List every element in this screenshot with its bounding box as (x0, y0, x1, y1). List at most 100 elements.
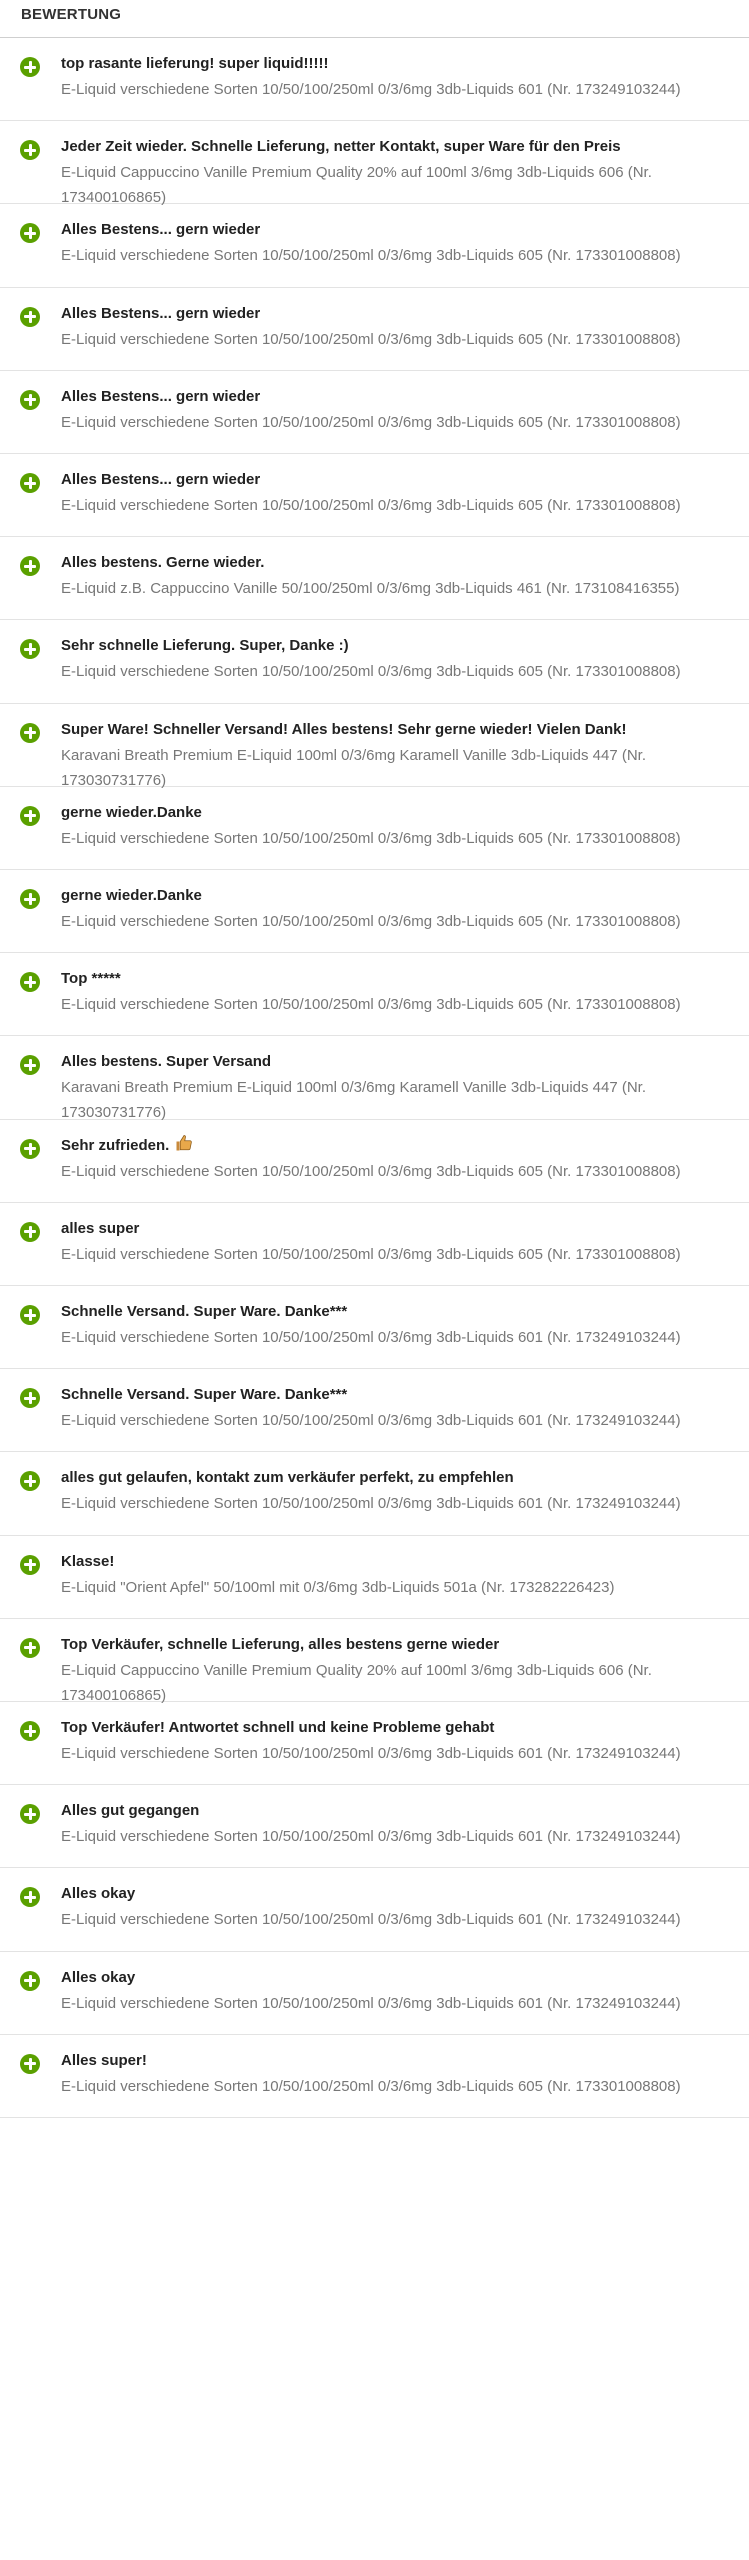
feedback-comment-text: Schnelle Versand. Super Ware. Danke*** (61, 1386, 348, 1404)
feedback-item-title: Karavani Breath Premium E-Liquid 100ml 0… (61, 1079, 647, 1122)
feedback-row: Alles super! E-Liquid verschiedene Sorten… (0, 2035, 749, 2118)
feedback-item-title: E-Liquid verschiedene Sorten 10/50/100/2… (61, 81, 681, 98)
feedback-item-title: E-Liquid verschiedene Sorten 10/50/100/2… (61, 1828, 681, 1846)
feedback-comment-text: Top Verkäufer! Antwortet schnell und kei… (61, 1719, 495, 1736)
positive-rating-icon (20, 2053, 40, 2074)
positive-rating-icon (20, 1637, 40, 1658)
feedback-row: Alles Bestens... gern wieder E-Liquid ver… (0, 371, 749, 454)
feedback-row: Schnelle Versand. Super Ware. Danke*** E-… (0, 1286, 749, 1370)
feedback-comment: Schnelle Versand. Super Ware. Danke*** (61, 1383, 741, 1407)
positive-rating-icon (20, 1138, 40, 1159)
feedback-item-title: E-Liquid verschiedene Sorten 10/50/100/2… (61, 913, 681, 930)
feedback-comment: Super Ware! Schneller Versand! Alles bes… (61, 718, 741, 742)
feedback-row: Top ***** E-Liquid verschiedene Sorten 10… (0, 953, 749, 1037)
feedback-comment: Alles bestens. Gerne wieder. (61, 551, 741, 575)
feedback-comment: Sehr zufrieden. (61, 1134, 741, 1158)
feedback-item-title: E-Liquid verschiedene Sorten 10/50/100/2… (61, 1412, 681, 1430)
feedback-item-title: E-Liquid z.B. Cappuccino Vanille 50/100/… (61, 580, 680, 598)
feedback-item-title: E-Liquid verschiedene Sorten 10/50/100/2… (61, 330, 681, 348)
feedback-header: BEWERTUNG (0, 0, 749, 38)
feedback-comment: Alles Bestens... gern wieder (61, 468, 741, 492)
feedback-comment-text: Alles bestens. Super Versand (61, 1053, 272, 1071)
feedback-comment-text: Top Verkäufer, schnelle Lieferung, alles… (61, 1635, 500, 1653)
feedback-comment-text: Super Ware! Schneller Versand! Alles bes… (61, 720, 627, 738)
feedback-row: Top Verkäufer! Antwortet schnell und kei… (0, 1702, 749, 1786)
feedback-row: Sehr zufrieden. E-Liquid verschiedene Sor… (0, 1120, 749, 1203)
feedback-item-title: E-Liquid verschiedene Sorten 10/50/100/2… (61, 1911, 681, 1929)
feedback-comment: Schnelle Versand. Super Ware. Danke*** (61, 1300, 741, 1324)
feedback-comment-text: alles super (61, 1219, 140, 1237)
feedback-item-title: E-Liquid verschiedene Sorten 10/50/100/2… (61, 1994, 681, 2012)
feedback-row: Alles Bestens... gern wieder E-Liquid ver… (0, 204, 749, 288)
feedback-comment-text: Alles gut gegangen (61, 1802, 200, 1820)
feedback-comment-text: Jeder Zeit wieder. Schnelle Lieferung, n… (61, 138, 621, 156)
feedback-comment-text: top rasante lieferung! super liquid!!!!! (61, 55, 329, 72)
feedback-comment: Top Verkäufer, schnelle Lieferung, alles… (61, 1633, 741, 1657)
feedback-comment: gerne wieder.Danke (61, 801, 741, 825)
feedback-row: Alles Bestens... gern wieder E-Liquid ver… (0, 288, 749, 371)
feedback-row: gerne wieder.Danke E-Liquid verschiedene … (0, 870, 749, 954)
column-title: BEWERTUNG (21, 6, 122, 23)
feedback-comment: alles gut gelaufen, kontakt zum verkäufe… (61, 1466, 741, 1490)
feedback-comment: gerne wieder.Danke (61, 884, 741, 908)
feedback-item-title: E-Liquid verschiedene Sorten 10/50/100/2… (61, 1329, 681, 1346)
feedback-comment: Alles Bestens... gern wieder (61, 302, 741, 326)
feedback-row: Super Ware! Schneller Versand! Alles bes… (0, 704, 749, 789)
feedback-item-title: E-Liquid verschiedene Sorten 10/50/100/2… (61, 497, 681, 514)
feedback-comment-text: Sehr zufrieden. (61, 1136, 170, 1154)
feedback-comment: Klasse! (61, 1550, 741, 1574)
positive-rating-icon (20, 1471, 40, 1492)
positive-rating-icon (20, 1804, 40, 1825)
feedback-row: Alles gut gegangen E-Liquid verschiedene … (0, 1785, 749, 1869)
feedback-row: Jeder Zeit wieder. Schnelle Lieferung, n… (0, 121, 749, 206)
feedback-comment: Top Verkäufer! Antwortet schnell und kei… (61, 1716, 741, 1740)
feedback-comment: Alles Bestens... gern wieder (61, 218, 741, 242)
feedback-comment-text: Top ***** (61, 970, 121, 988)
positive-rating-icon (20, 639, 40, 660)
feedback-row: alles super E-Liquid verschiedene Sorten … (0, 1203, 749, 1286)
feedback-comment-text: gerne wieder.Danke (61, 803, 202, 821)
feedback-comment: Sehr schnelle Lieferung. Super, Danke :) (61, 634, 741, 658)
positive-rating-icon (20, 556, 40, 577)
feedback-comment: Alles Bestens... gern wieder (61, 385, 741, 409)
feedback-row: Top Verkäufer, schnelle Lieferung, alles… (0, 1619, 749, 1704)
feedback-item-title: E-Liquid verschiedene Sorten 10/50/100/2… (61, 829, 681, 847)
positive-rating-icon (20, 1970, 40, 1991)
feedback-item-title: E-Liquid verschiedene Sorten 10/50/100/2… (61, 996, 681, 1014)
feedback-comment-text: Schnelle Versand. Super Ware. Danke*** (61, 1303, 348, 1320)
positive-rating-icon (20, 972, 40, 993)
feedback-row: alles gut gelaufen, kontakt zum verkäufe… (0, 1452, 749, 1536)
positive-rating-icon (20, 1055, 40, 1076)
feedback-comment-text: Alles bestens. Gerne wieder. (61, 554, 265, 572)
feedback-row: Klasse! E-Liquid "Orient Apfel" 50/100ml … (0, 1536, 749, 1619)
feedback-item-title: E-Liquid verschiedene Sorten 10/50/100/2… (61, 1745, 681, 1762)
positive-rating-icon (20, 306, 40, 327)
feedback-row: gerne wieder.Danke E-Liquid verschiedene … (0, 787, 749, 870)
positive-rating-icon (20, 140, 40, 161)
feedback-comment: alles super (61, 1217, 741, 1241)
feedback-item-title: E-Liquid verschiedene Sorten 10/50/100/2… (61, 663, 681, 681)
feedback-row: Sehr schnelle Lieferung. Super, Danke :)… (0, 620, 749, 704)
positive-rating-icon (20, 722, 40, 743)
positive-rating-icon (20, 805, 40, 826)
feedback-row: top rasante lieferung! super liquid!!!!!… (0, 38, 749, 122)
feedback-item-title: Karavani Breath Premium E-Liquid 100ml 0… (61, 746, 647, 789)
positive-rating-icon (20, 1388, 40, 1409)
feedback-item-title: E-Liquid Cappuccino Vanille Premium Qual… (61, 1661, 652, 1704)
feedback-comment: Top ***** (61, 967, 741, 991)
feedback-comment-text: Alles Bestens... gern wieder (61, 471, 261, 488)
feedback-comment-text: Alles Bestens... gern wieder (61, 304, 261, 322)
feedback-item-title: E-Liquid Cappuccino Vanille Premium Qual… (61, 164, 652, 207)
feedback-comment: Jeder Zeit wieder. Schnelle Lieferung, n… (61, 135, 741, 159)
feedback-comment-text: Klasse! (61, 1552, 115, 1570)
feedback-comment-text: Alles Bestens... gern wieder (61, 387, 261, 405)
feedback-comment-text: gerne wieder.Danke (61, 887, 202, 904)
feedback-row: Alles Bestens... gern wieder E-Liquid ver… (0, 454, 749, 538)
feedback-comment: Alles okay (61, 1966, 741, 1990)
positive-rating-icon (20, 889, 40, 909)
feedback-comment-text: Alles Bestens... gern wieder (61, 221, 261, 239)
positive-rating-icon (20, 1305, 40, 1325)
feedback-comment: Alles bestens. Super Versand (61, 1050, 741, 1074)
thumbs-up-icon (175, 1134, 193, 1152)
positive-rating-icon (20, 1721, 40, 1741)
